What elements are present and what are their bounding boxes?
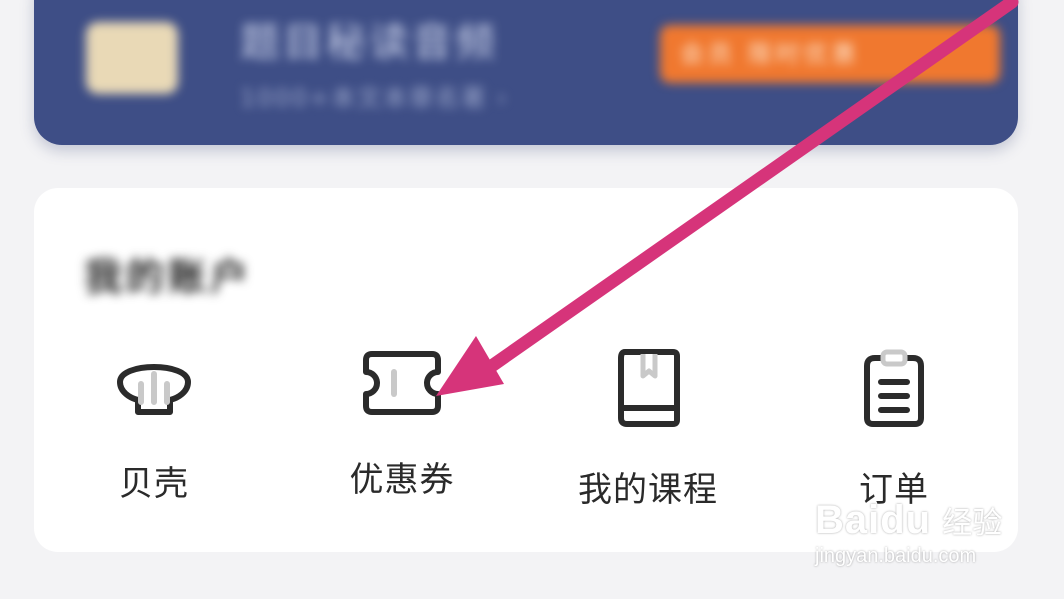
banner-title: 题目秘读音频: [240, 20, 498, 66]
watermark-logo: Baidu: [815, 498, 932, 542]
shell-icon: [117, 364, 191, 415]
banner-subtitle: 1000+本文本章名著 ›: [240, 84, 509, 112]
clipboard-icon: [864, 349, 924, 427]
section-title: 我的账户: [84, 255, 253, 299]
watermark-logo-cn: 经验: [942, 506, 1003, 541]
account-item-orders[interactable]: 订单: [784, 348, 1004, 511]
account-item-label: 优惠券: [349, 460, 455, 500]
account-item-label: 我的课程: [578, 470, 718, 510]
baidu-jingyan-watermark: Baidu 经验 jingyan.baidu.com: [815, 498, 1035, 588]
banner-promo-badge[interactable]: 会员 限时优惠: [660, 25, 1000, 83]
account-item-courses[interactable]: 我的课程: [538, 348, 758, 511]
book-icon: [618, 349, 680, 427]
promo-banner[interactable]: 题目秘读音频 1000+本文本章名著 › 会员 限时优惠: [34, 0, 1018, 145]
watermark-url: jingyan.baidu.com: [815, 545, 977, 567]
coupon-icon: [363, 351, 441, 415]
account-item-shell[interactable]: 贝壳: [44, 348, 264, 505]
book-logo-icon: [86, 22, 178, 94]
account-item-label: 贝壳: [119, 464, 189, 504]
account-item-coupon[interactable]: 优惠券: [292, 348, 512, 501]
